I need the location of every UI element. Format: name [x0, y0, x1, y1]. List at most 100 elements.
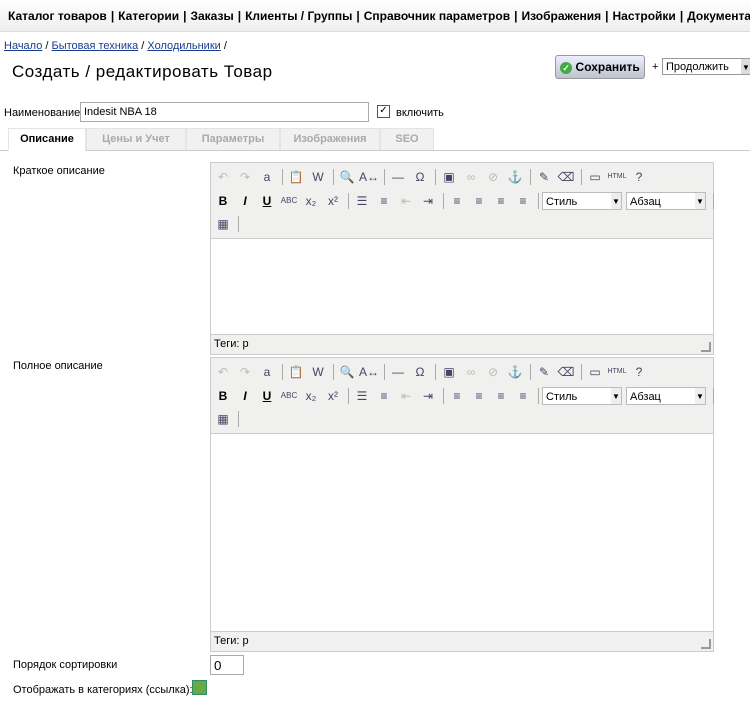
nav-item[interactable]: Документация	[687, 9, 750, 23]
bold-icon[interactable]: B	[213, 191, 233, 211]
nav-item[interactable]: Справочник параметров	[364, 9, 510, 23]
table-icon[interactable]: ▦	[213, 214, 233, 234]
redo-icon[interactable]: ↷	[235, 362, 255, 382]
anchor-icon[interactable]: ⚓	[505, 167, 525, 187]
add-category-icon[interactable]	[192, 680, 207, 695]
toolbar-separator	[282, 364, 283, 380]
indent-icon[interactable]: ⇥	[418, 386, 438, 406]
tab-prices[interactable]: Цены и Учет	[86, 128, 186, 150]
unlink-icon[interactable]: ⊘	[483, 362, 503, 382]
align-right-icon[interactable]: ≡	[491, 191, 511, 211]
tab-images[interactable]: Изображения	[280, 128, 380, 150]
crumb-fridges[interactable]: Холодильники	[147, 40, 220, 52]
style-select[interactable]: Стиль ▼	[542, 192, 622, 210]
table-icon[interactable]: ▦	[213, 409, 233, 429]
outdent-icon[interactable]: ⇤	[396, 191, 416, 211]
outdent-icon[interactable]: ⇤	[396, 386, 416, 406]
link-icon[interactable]: ∞	[461, 167, 481, 187]
bullist-icon[interactable]: ☰	[352, 386, 372, 406]
paste-text-icon[interactable]: 📋	[286, 362, 306, 382]
underline-icon[interactable]: U	[257, 386, 277, 406]
short-desc-area[interactable]	[211, 239, 713, 335]
html-icon[interactable]: HTML	[607, 362, 627, 382]
nav-item[interactable]: Настройки	[613, 9, 676, 23]
toolbar-separator	[282, 169, 283, 185]
resize-handle[interactable]	[701, 342, 711, 352]
help-icon[interactable]: ?	[629, 362, 649, 382]
anchor-icon[interactable]: ⚓	[505, 362, 525, 382]
after-save-select[interactable]: Продолжить ▼	[662, 58, 750, 75]
save-button[interactable]: ✓ Сохранить	[555, 55, 645, 79]
special-char-icon[interactable]: Ω	[410, 362, 430, 382]
fullscreen-icon[interactable]: ▭	[585, 362, 605, 382]
sup-icon[interactable]: x²	[323, 386, 343, 406]
replace-icon[interactable]: A↔	[359, 167, 379, 187]
nav-item[interactable]: Клиенты / Группы	[245, 9, 352, 23]
sub-icon[interactable]: x₂	[301, 191, 321, 211]
unlink-icon[interactable]: ⊘	[483, 167, 503, 187]
tab-params[interactable]: Параметры	[186, 128, 280, 150]
align-justify-icon[interactable]: ≡	[513, 386, 533, 406]
strike-icon[interactable]: ABC	[279, 191, 299, 211]
crumb-home[interactable]: Начало	[4, 40, 42, 52]
strike-icon[interactable]: ABC	[279, 386, 299, 406]
replace-icon[interactable]: A↔	[359, 362, 379, 382]
align-center-icon[interactable]: ≡	[469, 386, 489, 406]
format-select[interactable]: Абзац ▼	[626, 387, 706, 405]
name-input[interactable]	[80, 102, 369, 122]
image-icon[interactable]: ▣	[439, 362, 459, 382]
align-left-icon[interactable]: ≡	[447, 191, 467, 211]
align-center-icon[interactable]: ≡	[469, 191, 489, 211]
nav-item[interactable]: Изображения	[521, 9, 601, 23]
format-select[interactable]: Абзац ▼	[626, 192, 706, 210]
nav-item[interactable]: Каталог товаров	[8, 9, 107, 23]
sub-icon[interactable]: x₂	[301, 386, 321, 406]
nav-item[interactable]: Заказы	[190, 9, 233, 23]
sup-icon[interactable]: x²	[323, 191, 343, 211]
hr-icon[interactable]: —	[388, 167, 408, 187]
remove-format-icon[interactable]: ⌫	[556, 167, 576, 187]
numlist-icon[interactable]: ≡	[374, 386, 394, 406]
link-icon[interactable]: ∞	[461, 362, 481, 382]
special-char-icon[interactable]: Ω	[410, 167, 430, 187]
html-icon[interactable]: HTML	[607, 167, 627, 187]
remove-format-icon[interactable]: ⌫	[556, 362, 576, 382]
redo-icon[interactable]: ↷	[235, 167, 255, 187]
tab-description[interactable]: Описание	[8, 128, 86, 151]
help-icon[interactable]: ?	[629, 167, 649, 187]
italic-icon[interactable]: I	[235, 386, 255, 406]
resize-handle[interactable]	[701, 639, 711, 649]
image-icon[interactable]: ▣	[439, 167, 459, 187]
indent-icon[interactable]: ⇥	[418, 191, 438, 211]
sort-input[interactable]	[210, 655, 244, 675]
cleanup-icon[interactable]: ✎	[534, 362, 554, 382]
paste-word-icon[interactable]: W	[308, 167, 328, 187]
full-desc-area[interactable]	[211, 434, 713, 632]
tab-seo[interactable]: SEO	[380, 128, 434, 150]
fullscreen-icon[interactable]: ▭	[585, 167, 605, 187]
hr-icon[interactable]: —	[388, 362, 408, 382]
italic-icon[interactable]: I	[235, 191, 255, 211]
toolbar-separator	[384, 169, 385, 185]
undo-icon[interactable]: ↶	[213, 167, 233, 187]
nav-item[interactable]: Категории	[118, 9, 179, 23]
bold-icon[interactable]: B	[213, 386, 233, 406]
find-icon[interactable]: 🔍	[337, 167, 357, 187]
align-left-icon[interactable]: ≡	[447, 386, 467, 406]
align-justify-icon[interactable]: ≡	[513, 191, 533, 211]
crumb-appliances[interactable]: Бытовая техника	[52, 40, 139, 52]
undo-icon[interactable]: ↶	[213, 362, 233, 382]
find-icon[interactable]: 🔍	[337, 362, 357, 382]
cleanup-icon[interactable]: ✎	[534, 167, 554, 187]
paste-word-icon[interactable]: W	[308, 362, 328, 382]
toolbar-separator	[530, 364, 531, 380]
enable-checkbox[interactable]: ✓	[377, 105, 390, 118]
numlist-icon[interactable]: ≡	[374, 191, 394, 211]
bullist-icon[interactable]: ☰	[352, 191, 372, 211]
align-right-icon[interactable]: ≡	[491, 386, 511, 406]
select-all-icon[interactable]: a	[257, 362, 277, 382]
style-select[interactable]: Стиль ▼	[542, 387, 622, 405]
underline-icon[interactable]: U	[257, 191, 277, 211]
select-all-icon[interactable]: a	[257, 167, 277, 187]
paste-text-icon[interactable]: 📋	[286, 167, 306, 187]
